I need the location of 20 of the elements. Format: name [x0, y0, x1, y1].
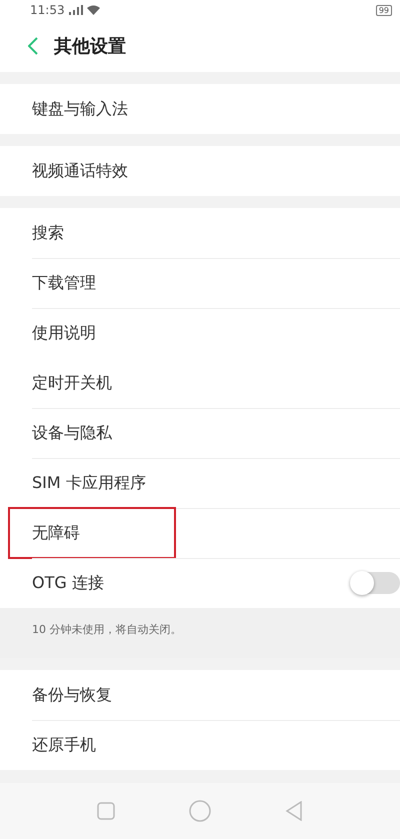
setting-item[interactable]: OTG 连接	[32, 572, 354, 594]
back-triangle-icon[interactable]	[285, 801, 303, 821]
setting-item[interactable]: 无障碍	[32, 522, 384, 544]
footnote-text: 10 分钟未使用，将自动关闭。	[32, 622, 182, 638]
setting-item[interactable]: 下载管理	[32, 272, 384, 294]
setting-item[interactable]: SIM 卡应用程序	[32, 472, 384, 494]
setting-item[interactable]: 搜索	[32, 222, 384, 244]
home-icon[interactable]	[189, 800, 211, 822]
back-icon[interactable]	[28, 37, 38, 55]
setting-item[interactable]: 备份与恢复	[32, 684, 384, 706]
signal-icon	[68, 5, 83, 15]
setting-item[interactable]: 使用说明	[32, 322, 384, 344]
setting-item[interactable]: 设备与隐私	[32, 422, 384, 444]
battery-icon: 99	[376, 4, 392, 16]
setting-item[interactable]: 还原手机	[32, 734, 384, 756]
page-title: 其他设置	[54, 35, 126, 58]
recent-apps-icon[interactable]	[97, 802, 115, 820]
wifi-icon	[86, 5, 100, 15]
setting-item[interactable]: 定时开关机	[32, 372, 384, 394]
status-time: 11:53	[30, 3, 65, 17]
